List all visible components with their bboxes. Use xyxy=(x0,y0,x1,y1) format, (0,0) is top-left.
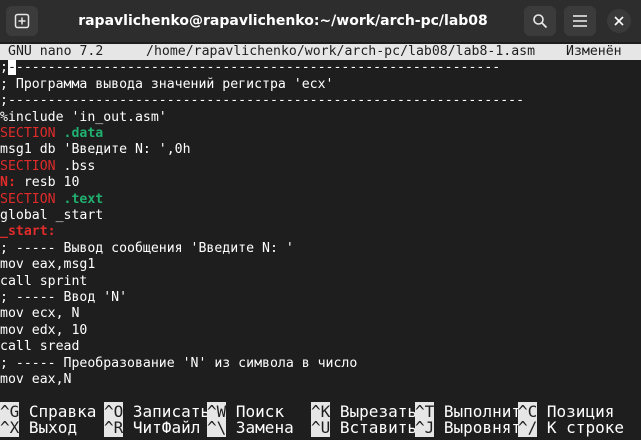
code-line[interactable]: mov edx, 10 xyxy=(0,323,87,339)
code-line[interactable]: ; ----- Ввод 'N' xyxy=(0,290,127,306)
nano-version: GNU nano 7.2 xyxy=(8,44,104,59)
code-line[interactable]: %include 'in_out.asm' xyxy=(0,110,167,126)
code-line[interactable]: call sread xyxy=(0,339,79,355)
window-title: rapavlichenko@rapavlichenko:~/work/arch-… xyxy=(78,13,488,29)
code-line[interactable]: ; ----- Преобразование 'N' из символа в … xyxy=(0,356,357,372)
close-icon xyxy=(614,16,624,26)
code-line[interactable]: ; Программа вывода значений регистра 'ec… xyxy=(0,77,333,93)
new-tab-icon xyxy=(14,13,30,29)
code-line[interactable]: mov eax,msg1 xyxy=(0,257,95,273)
menu-button[interactable] xyxy=(564,6,596,36)
code-line[interactable]: global _start xyxy=(0,208,103,224)
section-name: .data xyxy=(55,126,104,141)
code-line-start-label[interactable]: _start: xyxy=(0,224,56,240)
hamburger-menu-icon xyxy=(573,15,587,27)
nano-title-bar: GNU nano 7.2 /home/rapavlichenko/work/ar… xyxy=(0,44,641,61)
code-line[interactable]: call sprint xyxy=(0,274,87,290)
code-line[interactable]: msg1 db 'Введите N: ',0h xyxy=(0,142,191,158)
header-bar: rapavlichenko@rapavlichenko:~/work/arch-… xyxy=(0,0,641,43)
code-line[interactable]: SECTION .data xyxy=(0,126,103,142)
text-cursor: - xyxy=(7,60,16,76)
shortcut-exit[interactable]: ^X Выход xyxy=(0,418,77,438)
shortcut-paste[interactable]: ^U Вставить xyxy=(311,418,417,438)
new-tab-button[interactable] xyxy=(6,6,38,36)
terminal-content[interactable]: GNU nano 7.2 /home/rapavlichenko/work/ar… xyxy=(0,42,641,440)
shortcut-read-file[interactable]: ^R ЧитФайл xyxy=(104,418,200,438)
label-n: N: xyxy=(0,175,16,191)
nano-modified-status: Изменён xyxy=(566,44,622,59)
shortcut-go-to-line[interactable]: ^/ К строке xyxy=(518,418,624,438)
search-icon xyxy=(533,14,548,29)
nano-file-path: /home/rapavlichenko/work/arch-pc/lab08/l… xyxy=(146,44,536,59)
code-line[interactable]: ;---------------------------------------… xyxy=(0,93,524,109)
code-line[interactable]: mov ecx, N xyxy=(0,306,79,322)
shortcut-justify[interactable]: ^J Выровнять xyxy=(415,418,531,438)
terminal-window: rapavlichenko@rapavlichenko:~/work/arch-… xyxy=(0,0,641,440)
code-line[interactable]: ; ----- Вывод сообщения 'Введите N: ' xyxy=(0,241,294,257)
keyword-section: SECTION xyxy=(0,126,56,141)
close-button[interactable] xyxy=(607,9,631,33)
code-line[interactable]: N: resb 10 xyxy=(0,175,79,191)
search-button[interactable] xyxy=(524,6,556,36)
code-line[interactable]: SECTION .bss xyxy=(0,159,95,175)
shortcut-replace[interactable]: ^\ Замена xyxy=(207,418,294,438)
keyword-section: SECTION xyxy=(0,191,56,207)
code-line[interactable]: mov eax,N xyxy=(0,372,71,388)
section-name: .bss xyxy=(55,158,96,174)
code-line[interactable]: ;---------------------------------------… xyxy=(0,60,500,76)
code-line[interactable]: SECTION .text xyxy=(0,192,103,208)
keyword-section: SECTION xyxy=(0,158,56,174)
section-name: .text xyxy=(55,191,104,207)
